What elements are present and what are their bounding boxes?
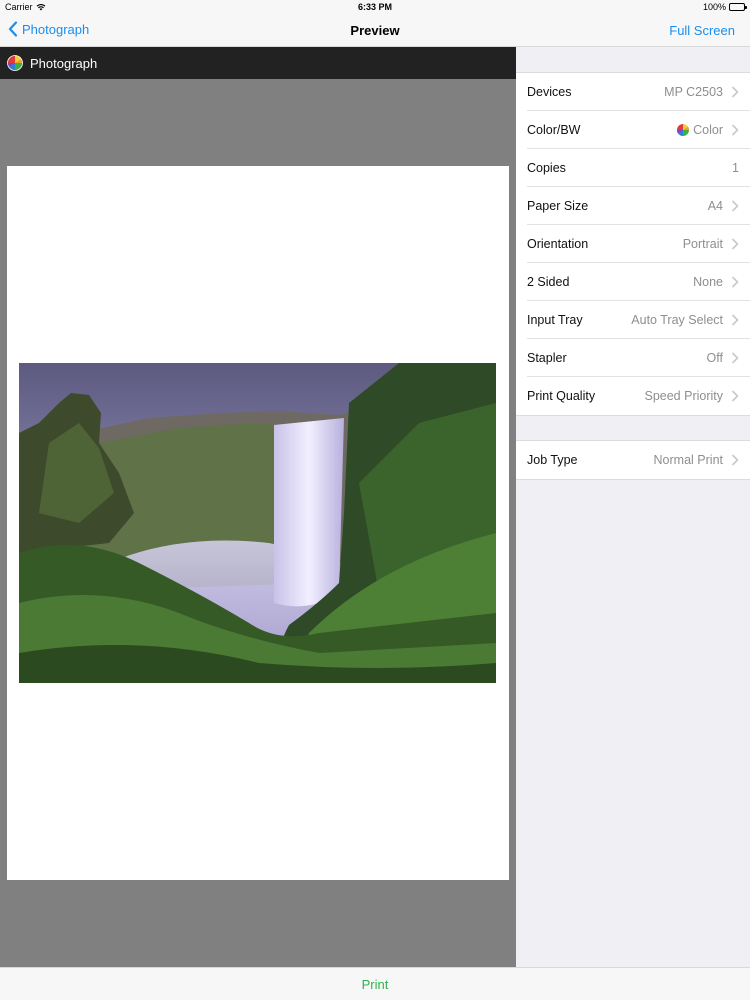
setting-row-stapler[interactable]: Stapler Off (516, 339, 750, 377)
setting-label: Print Quality (527, 389, 596, 403)
preview-pane: Photograph (0, 47, 516, 967)
setting-row-orientation[interactable]: Orientation Portrait (516, 225, 750, 263)
setting-row-2-sided[interactable]: 2 Sided None (516, 263, 750, 301)
setting-row-devices[interactable]: Devices MP C2503 (516, 73, 750, 111)
setting-row-copies[interactable]: Copies 1 (516, 149, 750, 187)
bottom-toolbar: Print (0, 967, 750, 1000)
setting-row-input-tray[interactable]: Input Tray Auto Tray Select (516, 301, 750, 339)
chevron-right-icon (731, 124, 739, 136)
setting-row-color-bw[interactable]: Color/BW Color (516, 111, 750, 149)
setting-value: None (693, 275, 723, 289)
waterfall-photo (19, 363, 496, 683)
print-settings-group: Devices MP C2503 Color/BW Color Copies 1… (516, 72, 750, 416)
setting-value: A4 (707, 199, 723, 213)
status-time: 6:33 PM (357, 2, 392, 12)
chevron-right-icon (731, 314, 739, 326)
setting-label: Orientation (527, 237, 589, 251)
setting-label: Paper Size (527, 199, 589, 213)
print-button[interactable]: Print (0, 977, 750, 992)
setting-label: 2 Sided (527, 275, 570, 289)
navigation-bar: Photograph Preview Full Screen (0, 14, 750, 47)
setting-label: Color/BW (527, 123, 581, 137)
battery-percent: 100% (702, 2, 726, 12)
chevron-right-icon (731, 352, 739, 364)
setting-label: Devices (527, 85, 572, 99)
setting-label: Copies (527, 161, 566, 175)
print-settings-pane: Devices MP C2503 Color/BW Color Copies 1… (516, 47, 750, 967)
battery-info: 100% (702, 2, 747, 12)
status-bar: Carrier 6:33 PM 100% (0, 0, 750, 14)
chevron-right-icon (731, 390, 739, 402)
document-title: Photograph (30, 55, 98, 71)
setting-value: 1 (732, 161, 739, 175)
setting-value: MP C2503 (664, 85, 723, 99)
setting-row-job-type[interactable]: Job Type Normal Print (516, 441, 750, 479)
job-settings-group: Job Type Normal Print (516, 440, 750, 480)
setting-value: Normal Print (653, 453, 723, 467)
page-title: Preview (350, 23, 400, 38)
color-wheel-icon (7, 55, 23, 71)
color-wheel-icon (677, 124, 690, 136)
battery-icon (729, 3, 747, 11)
setting-value: Off (706, 351, 723, 365)
setting-value: Portrait (682, 237, 723, 251)
preview-header: Photograph (0, 47, 516, 79)
chevron-right-icon (731, 86, 739, 98)
chevron-right-icon (731, 238, 739, 250)
chevron-right-icon (731, 200, 739, 212)
full-screen-button[interactable]: Full Screen (669, 23, 735, 38)
setting-row-paper-size[interactable]: Paper Size A4 (516, 187, 750, 225)
setting-row-print-quality[interactable]: Print Quality Speed Priority (516, 377, 750, 415)
chevron-right-icon (731, 454, 739, 466)
setting-label: Job Type (527, 453, 578, 467)
print-preview-page (7, 166, 509, 880)
setting-label: Stapler (527, 351, 567, 365)
setting-label: Input Tray (527, 313, 583, 327)
chevron-right-icon (731, 276, 739, 288)
setting-value: Color (693, 123, 723, 137)
setting-value: Auto Tray Select (631, 313, 723, 327)
setting-value: Speed Priority (644, 389, 723, 403)
